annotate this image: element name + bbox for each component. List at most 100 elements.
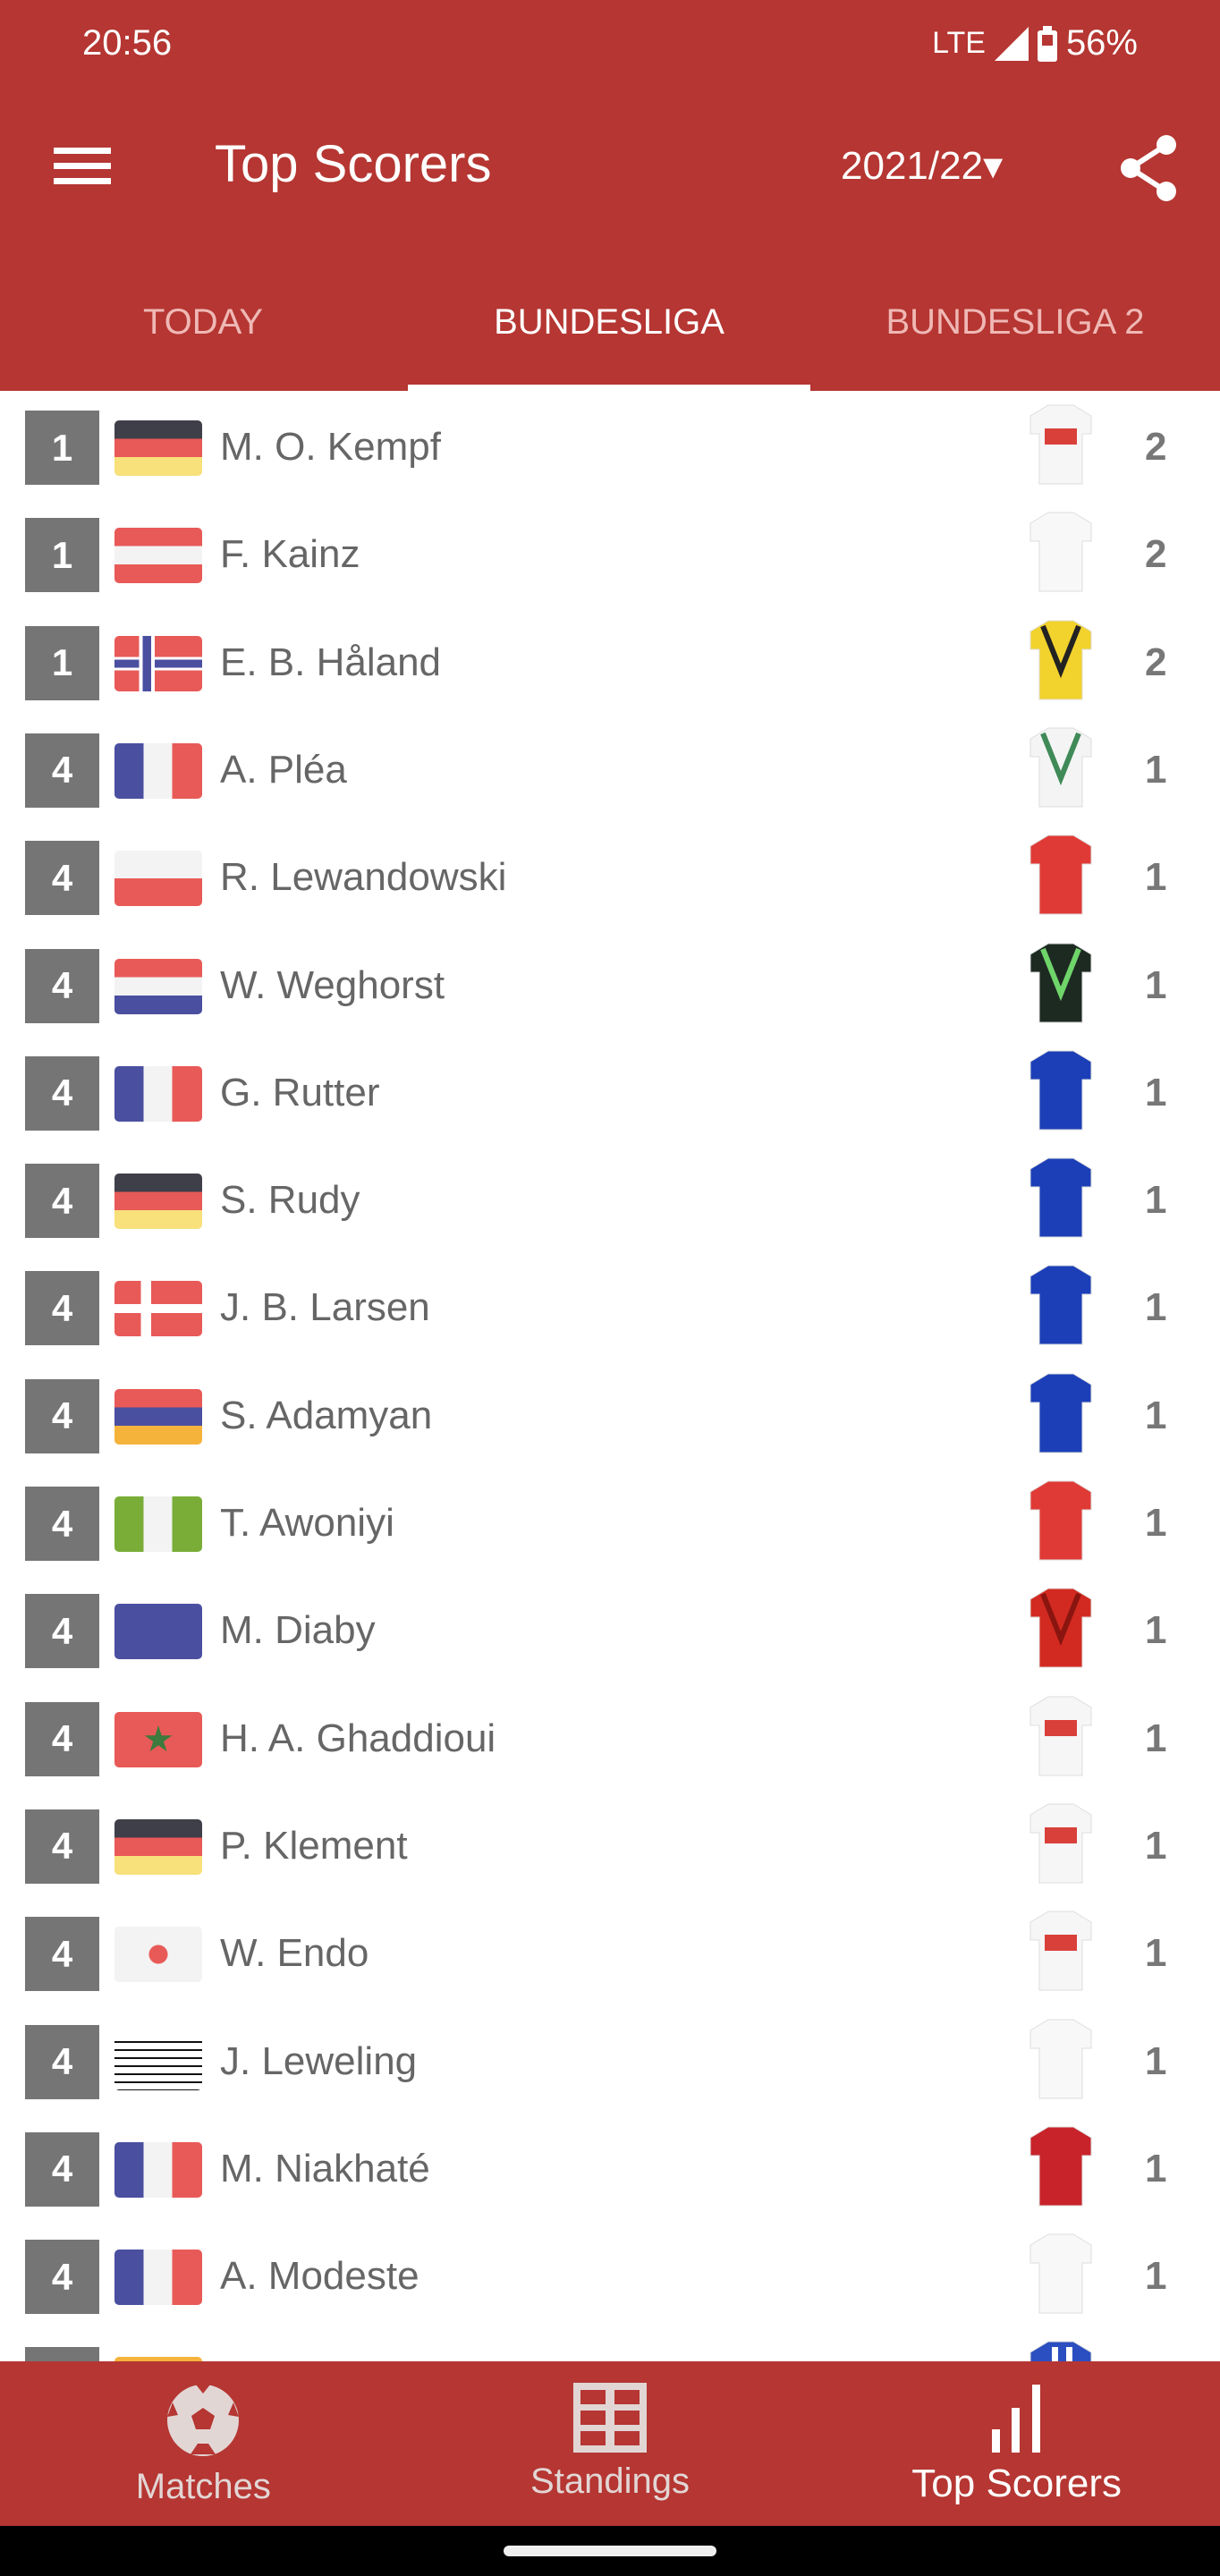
player-name: W. Endo xyxy=(220,1931,369,1976)
team-shirt-icon xyxy=(1029,404,1092,485)
goals-count: 1 xyxy=(1145,1070,1167,1114)
player-name: T. Awoniyi xyxy=(220,1501,394,1545)
scorer-row[interactable]: 4 A. Pléa 1 xyxy=(0,714,1220,821)
scorer-row[interactable]: 4 S. Adamyan 1 xyxy=(0,1360,1220,1467)
tab-bundesliga[interactable]: BUNDESLIGA xyxy=(406,295,812,391)
player-name: F. Kainz xyxy=(220,532,360,577)
team-shirt-icon xyxy=(1029,1050,1092,1131)
rank-badge: 1 xyxy=(25,625,99,700)
scorer-row[interactable]: 1 E. B. Håland 2 xyxy=(0,606,1220,714)
goals-count: 1 xyxy=(1145,1501,1167,1545)
scorer-row[interactable]: 4 M. Diaby 1 xyxy=(0,1574,1220,1682)
scorer-row[interactable]: 4 P. Klement 1 xyxy=(0,1790,1220,1897)
flag-poland-icon xyxy=(114,851,202,907)
team-shirt-icon xyxy=(1029,620,1092,700)
rank-badge: 4 xyxy=(25,1594,99,1669)
team-shirt-icon xyxy=(1029,835,1092,915)
rank-badge: 4 xyxy=(25,733,99,808)
flag-france-icon xyxy=(114,2250,202,2306)
rank-badge: 4 xyxy=(25,948,99,1023)
goals-count: 2 xyxy=(1145,425,1167,469)
goals-count: 1 xyxy=(1145,1931,1167,1976)
scorer-row[interactable] xyxy=(0,2327,1220,2361)
app-header: 20:56 LTE 56% Top Scorers 2021/22▾ TODAY… xyxy=(0,0,1220,391)
scorer-row[interactable]: 4 M. Niakhaté 1 xyxy=(0,2113,1220,2220)
team-shirt-icon xyxy=(1029,2233,1092,2314)
tab-today[interactable]: TODAY xyxy=(0,295,406,391)
home-handle[interactable] xyxy=(504,2546,716,2556)
team-shirt-icon xyxy=(1029,512,1092,592)
goals-count: 1 xyxy=(1145,2146,1167,2190)
scorer-row[interactable]: 4 A. Modeste 1 xyxy=(0,2220,1220,2327)
nav-label: Top Scorers xyxy=(911,2462,1123,2505)
scorer-row[interactable]: 1 F. Kainz 2 xyxy=(0,498,1220,606)
scorers-list[interactable]: 1 M. O. Kempf 21 F. Kainz 21 E. B. Hålan… xyxy=(0,391,1220,2361)
flag-germany-icon xyxy=(114,1818,202,1875)
goals-count: 2 xyxy=(1145,532,1167,577)
season-selector[interactable]: 2021/22▾ xyxy=(841,143,1003,189)
goals-count: 1 xyxy=(1145,1823,1167,1868)
team-shirt-icon xyxy=(1029,2341,1092,2361)
flag-norway-icon xyxy=(114,635,202,691)
nav-top-scorers[interactable]: Top Scorers xyxy=(813,2361,1220,2526)
rank-badge: 1 xyxy=(25,411,99,485)
rank-badge: 4 xyxy=(25,1378,99,1453)
system-nav-bar xyxy=(0,2526,1220,2576)
flag-nigeria-icon xyxy=(114,1496,202,1552)
flag-reunion-icon xyxy=(114,1604,202,1660)
flag-morocco-icon: ★ xyxy=(114,1711,202,1767)
soccer-ball-icon xyxy=(167,2385,240,2456)
scorer-row[interactable]: 4 W. Endo 1 xyxy=(0,1897,1220,2004)
tab-bundesliga-2[interactable]: BUNDESLIGA 2 xyxy=(812,295,1218,391)
player-name: J. Leweling xyxy=(220,2038,418,2083)
player-name: M. O. Kempf xyxy=(220,425,441,469)
rank-badge: 4 xyxy=(25,2024,99,2099)
goals-count: 1 xyxy=(1145,1178,1167,1223)
player-name: R. Lewandowski xyxy=(220,855,507,900)
hamburger-icon[interactable] xyxy=(54,148,111,185)
share-icon[interactable] xyxy=(1120,134,1177,202)
rank-badge: 4 xyxy=(25,1809,99,1884)
rank-badge: 4 xyxy=(25,1271,99,1346)
team-shirt-icon xyxy=(1029,943,1092,1022)
flag-germany-icon xyxy=(114,1174,202,1230)
nav-matches[interactable]: Matches xyxy=(0,2361,407,2526)
scorer-row[interactable]: 4 T. Awoniyi 1 xyxy=(0,1467,1220,1574)
goals-count: 1 xyxy=(1145,747,1167,792)
scorer-row[interactable]: 4 ★ H. A. Ghaddioui 1 xyxy=(0,1682,1220,1790)
dropdown-arrow-icon: ▾ xyxy=(983,144,1004,188)
nav-standings[interactable]: Standings xyxy=(407,2361,814,2526)
table-grid-icon xyxy=(573,2383,647,2453)
status-icons: LTE 56% xyxy=(932,23,1138,64)
player-name: M. Diaby xyxy=(220,1608,376,1653)
player-name: E. B. Håland xyxy=(220,640,442,684)
player-name: W. Weghorst xyxy=(220,962,445,1007)
player-name: S. Rudy xyxy=(220,1178,360,1223)
rank-badge: 4 xyxy=(25,1701,99,1776)
rank-badge: 4 xyxy=(25,1055,99,1131)
flag-armenia-icon xyxy=(114,1388,202,1445)
nav-label: Standings xyxy=(530,2462,690,2501)
rank-badge xyxy=(25,2347,99,2361)
scorer-row[interactable]: 4 J. B. Larsen 1 xyxy=(0,1251,1220,1359)
player-name: G. Rutter xyxy=(220,1070,380,1114)
bottom-navigation: Matches Standings Top Scorers xyxy=(0,2361,1220,2526)
player-name: H. A. Ghaddioui xyxy=(220,1716,496,1760)
rank-badge: 4 xyxy=(25,841,99,916)
scorer-row[interactable]: 4 R. Lewandowski 1 xyxy=(0,821,1220,928)
page-title: Top Scorers xyxy=(215,135,492,193)
scorer-row[interactable]: 1 M. O. Kempf 2 xyxy=(0,391,1220,498)
flag-germany-icon xyxy=(114,420,202,476)
goals-count: 1 xyxy=(1145,1608,1167,1653)
player-name: A. Modeste xyxy=(220,2254,419,2299)
scorer-row[interactable]: 4 W. Weghorst 1 xyxy=(0,929,1220,1037)
status-time: 20:56 xyxy=(82,23,173,63)
goals-count: 2 xyxy=(1145,640,1167,684)
rank-badge: 4 xyxy=(25,1164,99,1239)
scorer-row[interactable]: 4 G. Rutter 1 xyxy=(0,1037,1220,1144)
goals-count: 1 xyxy=(1145,2038,1167,2083)
scorer-row[interactable]: 4 J. Leweling 1 xyxy=(0,2005,1220,2113)
scorer-row[interactable]: 4 S. Rudy 1 xyxy=(0,1144,1220,1251)
flag-denmark-icon xyxy=(114,1281,202,1337)
goals-count: 1 xyxy=(1145,1716,1167,1760)
